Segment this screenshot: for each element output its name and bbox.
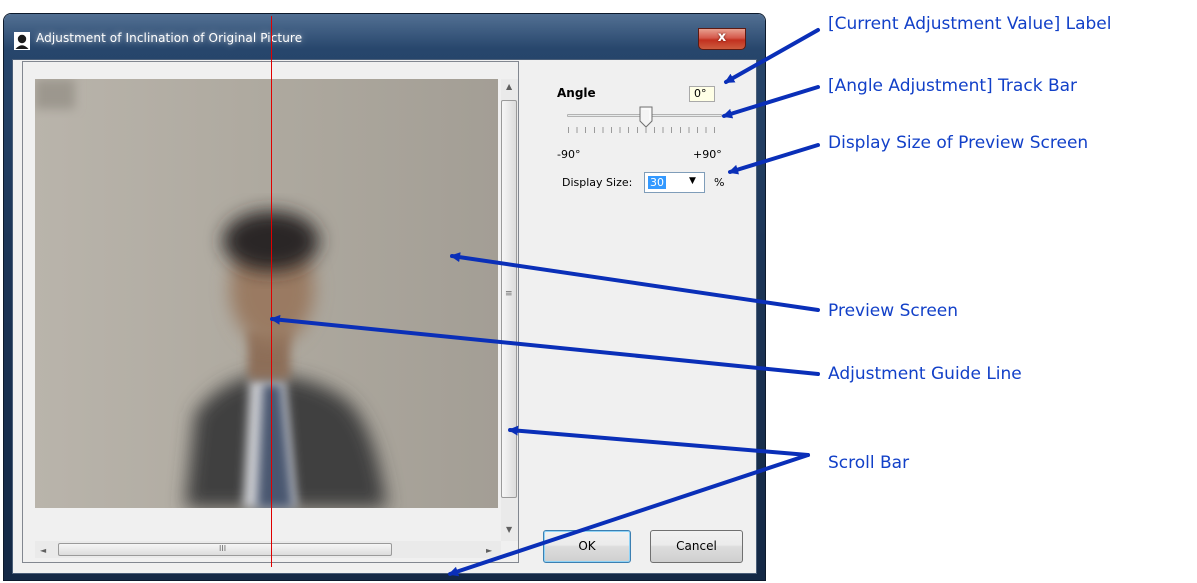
arrow-display-size [728, 143, 820, 175]
arrow-scroll-bar-vertical [508, 425, 810, 457]
arrow-guide-line [270, 314, 820, 376]
callout-current-value-label: [Current Adjustment Value] Label [828, 14, 1112, 34]
arrow-preview-screen [450, 252, 820, 312]
callout-angle-track-bar: [Angle Adjustment] Track Bar [828, 76, 1078, 96]
arrow-current-value [724, 28, 820, 84]
callout-guide-line: Adjustment Guide Line [828, 364, 1022, 384]
callout-scroll-bar: Scroll Bar [828, 453, 910, 473]
arrow-track-bar [722, 85, 820, 119]
arrow-scroll-bar-horizontal [448, 453, 810, 577]
callout-display-size: Display Size of Preview Screen [828, 133, 1089, 153]
callout-preview-screen: Preview Screen [828, 301, 959, 321]
